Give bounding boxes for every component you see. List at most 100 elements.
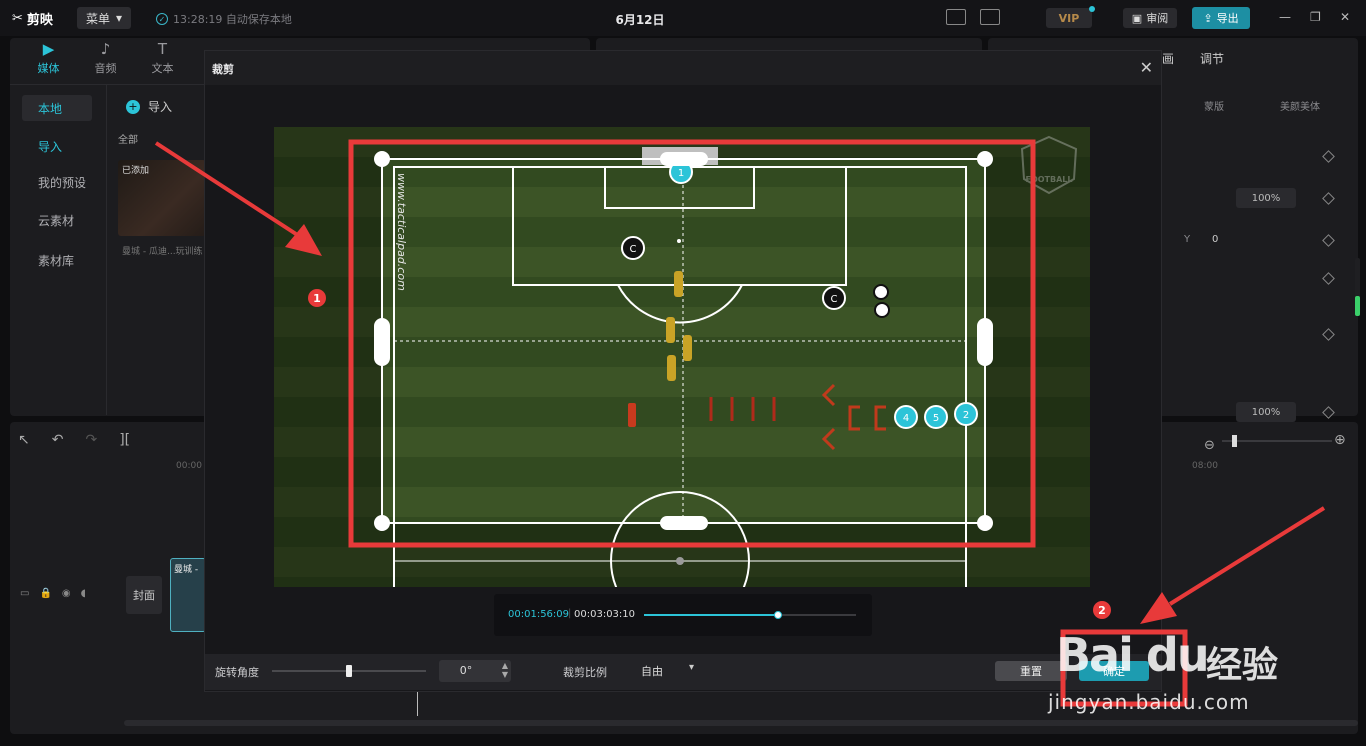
stepper-icon[interactable]: ▲ ▼ xyxy=(502,661,508,679)
svg-text:C: C xyxy=(630,244,637,255)
media-icon: ▶ xyxy=(42,40,55,58)
tab-text[interactable]: T 文本 xyxy=(134,40,191,76)
player-marker: 4 xyxy=(894,405,918,429)
svg-text:C: C xyxy=(831,294,838,305)
minimize-icon[interactable]: — xyxy=(1279,10,1291,24)
tab-adjust[interactable]: 调节 xyxy=(1200,50,1224,67)
sidebar-item-local[interactable]: 本地 xyxy=(22,95,92,121)
text-icon: T xyxy=(157,40,168,58)
autosave-status: ✓ 13:28:19 自动保存本地 xyxy=(156,11,292,27)
upload-icon: ⇪ xyxy=(1203,11,1213,25)
zoom-in-icon[interactable]: ⊕ xyxy=(1334,432,1346,448)
crop-handle-bottom[interactable] xyxy=(660,516,708,530)
progress-fill xyxy=(644,614,779,616)
svg-text:1: 1 xyxy=(678,168,684,179)
sidebar-item-presets[interactable]: 我的预设 xyxy=(22,169,92,195)
app-window: ✂ 剪映 菜单 ▾ ✓ 13:28:19 自动保存本地 6月12日 VIP ▣ … xyxy=(0,0,1366,746)
lock-icon[interactable]: 🔒 xyxy=(39,588,51,599)
audio-level-meter xyxy=(1355,258,1360,316)
player-marker: 5 xyxy=(924,405,948,429)
eye-icon[interactable]: ◉ xyxy=(62,588,71,599)
timeline-scrollbar[interactable] xyxy=(124,720,1358,726)
rotation-input[interactable]: 0° ▲ ▼ xyxy=(439,660,511,682)
import-button[interactable]: + 导入 xyxy=(126,98,172,115)
close-icon[interactable]: ✕ xyxy=(1140,58,1153,77)
baidu-url: jingyan.baidu.com xyxy=(1048,690,1250,714)
added-tag: 已添加 xyxy=(122,166,150,176)
split-icon[interactable]: ][ xyxy=(119,432,130,448)
sidebar-item-import[interactable]: 导入 xyxy=(22,133,92,159)
rotation-knob[interactable] xyxy=(346,665,352,677)
crop-handle-top-right[interactable] xyxy=(977,151,993,167)
sidebar-item-cloud[interactable]: 云素材 xyxy=(22,207,92,233)
crop-handle-top-left[interactable] xyxy=(374,151,390,167)
divider xyxy=(106,85,107,415)
undo-icon[interactable]: ↶ xyxy=(52,432,64,448)
review-icon: ▣ xyxy=(1131,11,1143,25)
crop-handle-bottom-left[interactable] xyxy=(374,515,390,531)
crop-handle-bottom-right[interactable] xyxy=(977,515,993,531)
current-time: 00:01:56:09 xyxy=(508,609,570,620)
step-badge: 1 xyxy=(308,289,326,307)
time-separator: | xyxy=(568,608,572,619)
coach-marker: C xyxy=(822,286,846,310)
coach-marker: C xyxy=(621,236,645,260)
tab-partial-label[interactable]: 画 xyxy=(1162,50,1174,67)
plus-icon: + xyxy=(126,99,140,114)
crop-handle-left[interactable] xyxy=(374,318,390,366)
volume-icon[interactable]: ◖ xyxy=(81,588,86,599)
rotation-slider[interactable] xyxy=(272,665,426,677)
sidebar-item-library[interactable]: 素材库 xyxy=(22,247,92,273)
playhead[interactable] xyxy=(417,690,418,716)
filter-all-label[interactable]: 全部 xyxy=(118,131,138,146)
crop-handle-top[interactable] xyxy=(660,152,708,166)
audio-icon: ♪ xyxy=(100,40,111,58)
clip-label: 曼城 - xyxy=(174,565,199,575)
ball-icon xyxy=(874,302,890,318)
track-icon[interactable]: ▭ xyxy=(20,588,29,599)
opacity-input[interactable]: 100% xyxy=(1236,402,1296,422)
y-label: Y xyxy=(1184,234,1191,245)
logo-icon: ✂ xyxy=(12,11,23,26)
ratio-select[interactable]: 自由 xyxy=(641,663,663,679)
scale-input[interactable]: 100% xyxy=(1236,188,1296,208)
ruler-label: 00:00 xyxy=(176,461,202,471)
layout-icon[interactable] xyxy=(980,9,1000,25)
svg-text:4: 4 xyxy=(903,413,909,424)
zoom-slider[interactable] xyxy=(1222,435,1332,447)
video-preview: www.tacticalpad.com FOOTBALL 1 4 5 2 C C xyxy=(274,127,1090,587)
chevron-down-icon[interactable]: ▾ xyxy=(689,662,694,673)
project-title: 6月12日 xyxy=(615,13,665,27)
review-button[interactable]: ▣ 审阅 xyxy=(1123,8,1177,28)
tab-beauty[interactable]: 美颜美体 xyxy=(1280,98,1320,113)
total-time: 00:03:03:10 xyxy=(574,609,636,620)
crop-handle-right[interactable] xyxy=(977,318,993,366)
cover-button[interactable]: 封面 xyxy=(126,576,162,614)
keyboard-icon[interactable] xyxy=(946,9,966,25)
media-thumbnail[interactable]: 已添加 xyxy=(118,160,206,236)
export-button[interactable]: ⇪ 导出 xyxy=(1192,7,1250,29)
y-input[interactable]: 0 xyxy=(1212,234,1218,245)
rotation-label: 旋转角度 xyxy=(215,666,259,679)
app-logo: ✂ 剪映 xyxy=(12,11,53,28)
redo-icon[interactable]: ↷ xyxy=(85,432,97,448)
zoom-out-icon[interactable]: ⊖ xyxy=(1204,438,1215,453)
track-controls: ▭ 🔒 ◉ ◖ xyxy=(20,588,86,599)
close-window-icon[interactable]: ✕ xyxy=(1340,10,1350,24)
tab-mask[interactable]: 蒙版 xyxy=(1204,98,1224,113)
maximize-icon[interactable]: ❐ xyxy=(1310,10,1321,24)
tab-audio[interactable]: ♪ 音频 xyxy=(77,40,134,76)
chevron-down-icon: ▾ xyxy=(115,11,123,25)
select-tool-icon[interactable]: ↖ xyxy=(18,432,30,448)
baidu-watermark: Bai du 经验 jingyan.baidu.com xyxy=(1030,618,1330,718)
media-caption: 曼城 - 瓜迪...玩训练 xyxy=(122,247,203,257)
menu-button[interactable]: 菜单 ▾ xyxy=(77,7,131,29)
dialog-title: 裁剪 xyxy=(212,63,234,76)
timeline-clip[interactable]: 曼城 - xyxy=(170,558,206,632)
title-bar: ✂ 剪映 菜单 ▾ ✓ 13:28:19 自动保存本地 6月12日 VIP ▣ … xyxy=(0,0,1366,36)
tab-media[interactable]: ▶ 媒体 xyxy=(20,40,77,76)
progress-slider[interactable] xyxy=(644,611,856,619)
timeline-toolbar: ↖ ↶ ↷ ][ xyxy=(18,432,130,448)
progress-knob[interactable] xyxy=(774,611,783,619)
vip-button[interactable]: VIP xyxy=(1046,6,1095,28)
